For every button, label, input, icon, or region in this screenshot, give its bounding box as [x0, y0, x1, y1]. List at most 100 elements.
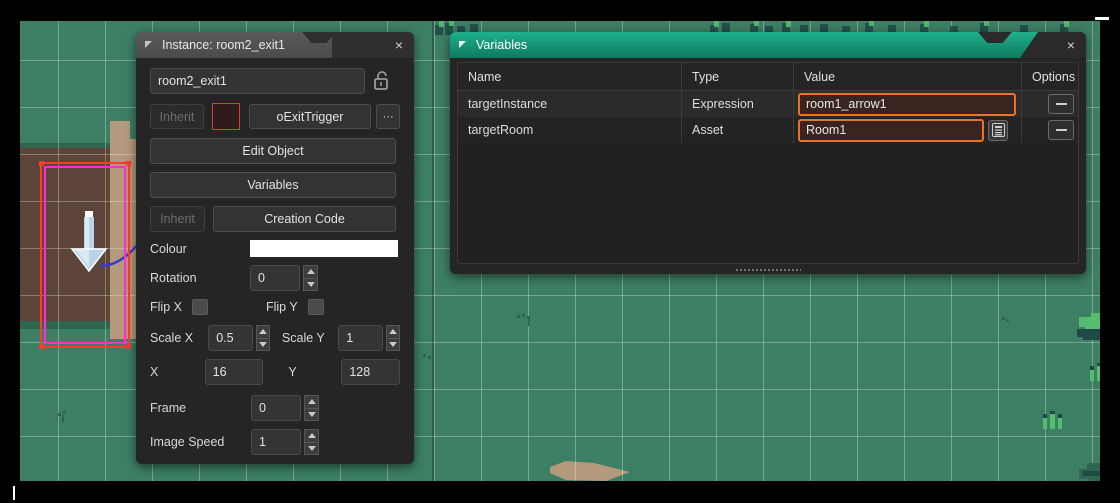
- instance-name-row: room2_exit1: [150, 68, 400, 94]
- down-arrow-sprite[interactable]: [70, 211, 108, 273]
- inherit-creation-button: Inherit: [150, 206, 205, 232]
- instance-panel-body: room2_exit1 Inherit oExitTrigger ··· Edi…: [136, 58, 414, 455]
- object-name-button[interactable]: oExitTrigger: [248, 104, 372, 129]
- instance-name-input[interactable]: room2_exit1: [150, 68, 365, 94]
- y-label: Y: [288, 365, 297, 379]
- remove-variable-button[interactable]: [1048, 120, 1074, 140]
- scale-y-stepper-up[interactable]: [386, 325, 401, 338]
- close-icon[interactable]: ×: [384, 32, 414, 58]
- collapse-triangle-icon[interactable]: [459, 40, 469, 50]
- object-more-button[interactable]: ···: [376, 104, 400, 129]
- resize-handle-bl[interactable]: [39, 344, 44, 349]
- frame-stepper-up[interactable]: [304, 395, 319, 408]
- variables-button[interactable]: Variables: [150, 172, 396, 198]
- image-speed-input[interactable]: 1: [251, 429, 301, 455]
- water-patch-icon: [1079, 463, 1100, 481]
- image-speed-stepper-down[interactable]: [304, 441, 319, 455]
- editor-seam: [432, 21, 434, 481]
- image-speed-row: Image Speed 1: [150, 429, 400, 455]
- instance-panel-title: Instance: room2_exit1: [162, 38, 285, 52]
- panel-resize-grip[interactable]: [735, 268, 801, 272]
- variable-name[interactable]: targetRoom: [458, 117, 682, 143]
- grass-tuft-icon: [1043, 411, 1062, 429]
- flip-x-checkbox[interactable]: [191, 299, 208, 315]
- rotation-input[interactable]: 0: [250, 265, 300, 291]
- variables-table: Name Type Value Options targetInstance E…: [457, 62, 1079, 264]
- scale-y-stepper[interactable]: [386, 325, 401, 351]
- flip-y-label: Flip Y: [265, 300, 298, 314]
- scale-x-stepper-down[interactable]: [256, 337, 270, 351]
- variable-value-cell: room1_arrow1: [794, 91, 1022, 117]
- grass-tuft-icon: [517, 314, 530, 326]
- edit-object-button[interactable]: Edit Object: [150, 138, 396, 164]
- remove-variable-button[interactable]: [1048, 94, 1074, 114]
- creation-code-button[interactable]: Creation Code: [213, 206, 396, 232]
- grass-tuft-icon: [423, 354, 431, 359]
- column-header-options[interactable]: Options: [1022, 63, 1078, 90]
- position-row: X 16 Y 128: [150, 359, 401, 385]
- rotation-row: Rotation 0: [150, 265, 400, 291]
- variable-type[interactable]: Expression: [682, 91, 794, 117]
- grass-tuft-icon: [1002, 317, 1009, 322]
- table-row[interactable]: targetRoom Asset Room1: [458, 117, 1078, 143]
- column-header-value[interactable]: Value: [794, 63, 1022, 90]
- y-input[interactable]: 128: [341, 359, 401, 385]
- frame-label: Frame: [150, 401, 187, 415]
- rotation-stepper[interactable]: [303, 265, 318, 291]
- image-speed-label: Image Speed: [150, 435, 225, 449]
- variable-options-cell: [1022, 91, 1078, 117]
- titlebar-notch-v: [978, 32, 1012, 43]
- flip-x-label: Flip X: [150, 300, 182, 314]
- x-input[interactable]: 16: [204, 359, 264, 385]
- frame-stepper[interactable]: [304, 395, 319, 421]
- grass-tuft-icon: [1090, 363, 1100, 381]
- object-colour-swatch[interactable]: [212, 103, 240, 130]
- colour-value-swatch[interactable]: [250, 240, 398, 257]
- flip-y-checkbox[interactable]: [307, 299, 324, 315]
- colour-row: Colour: [150, 240, 400, 257]
- unlocked-padlock-icon[interactable]: [373, 70, 391, 92]
- rotation-stepper-down[interactable]: [303, 277, 318, 291]
- resize-handle-tl[interactable]: [39, 161, 44, 166]
- variable-type[interactable]: Asset: [682, 117, 794, 143]
- variables-row: Variables: [150, 172, 400, 198]
- collapse-triangle-icon[interactable]: [145, 40, 155, 50]
- table-row[interactable]: targetInstance Expression room1_arrow1: [458, 91, 1078, 117]
- close-icon[interactable]: ×: [1056, 32, 1086, 58]
- scale-row: Scale X 0.5 Scale Y 1: [150, 325, 401, 351]
- scale-x-stepper[interactable]: [256, 325, 270, 351]
- bush-icon: [1077, 313, 1100, 340]
- rotation-label: Rotation: [150, 271, 197, 285]
- column-header-name[interactable]: Name: [458, 63, 682, 90]
- variable-value-input[interactable]: Room1: [798, 118, 984, 142]
- app-root: Instance: room2_exit1 × room2_exit1 Inhe…: [0, 0, 1120, 503]
- object-selection-row: Inherit oExitTrigger ···: [150, 103, 400, 130]
- rotation-stepper-up[interactable]: [303, 265, 318, 278]
- instance-properties-panel[interactable]: Instance: room2_exit1 × room2_exit1 Inhe…: [136, 32, 414, 464]
- variables-panel-titlebar[interactable]: Variables ×: [450, 32, 1086, 58]
- scale-y-stepper-down[interactable]: [386, 337, 401, 351]
- creation-code-row: Inherit Creation Code: [150, 206, 400, 232]
- frame-stepper-down[interactable]: [304, 407, 319, 421]
- image-speed-stepper-up[interactable]: [304, 429, 319, 442]
- resize-handle-tr[interactable]: [126, 161, 131, 166]
- text-cursor-caret: [13, 486, 15, 500]
- variables-panel-title: Variables: [476, 38, 528, 52]
- resize-handle-br[interactable]: [126, 344, 131, 349]
- scale-x-input[interactable]: 0.5: [208, 325, 254, 351]
- top-right-marker: [1095, 17, 1109, 20]
- variables-panel[interactable]: Variables × Name Type Value Options targ…: [450, 32, 1086, 274]
- asset-list-icon[interactable]: [988, 119, 1008, 141]
- image-speed-stepper[interactable]: [304, 429, 319, 455]
- colour-label: Colour: [150, 241, 187, 256]
- variable-value-input[interactable]: room1_arrow1: [798, 92, 1016, 116]
- grass-tuft-icon: [58, 411, 66, 422]
- variable-name[interactable]: targetInstance: [458, 91, 682, 117]
- variables-table-header: Name Type Value Options: [458, 63, 1078, 91]
- frame-input[interactable]: 0: [251, 395, 301, 421]
- scale-x-stepper-up[interactable]: [256, 325, 270, 338]
- instance-panel-titlebar[interactable]: Instance: room2_exit1 ×: [136, 32, 414, 58]
- scale-y-input[interactable]: 1: [338, 325, 384, 351]
- x-label: X: [150, 365, 159, 379]
- column-header-type[interactable]: Type: [682, 63, 794, 90]
